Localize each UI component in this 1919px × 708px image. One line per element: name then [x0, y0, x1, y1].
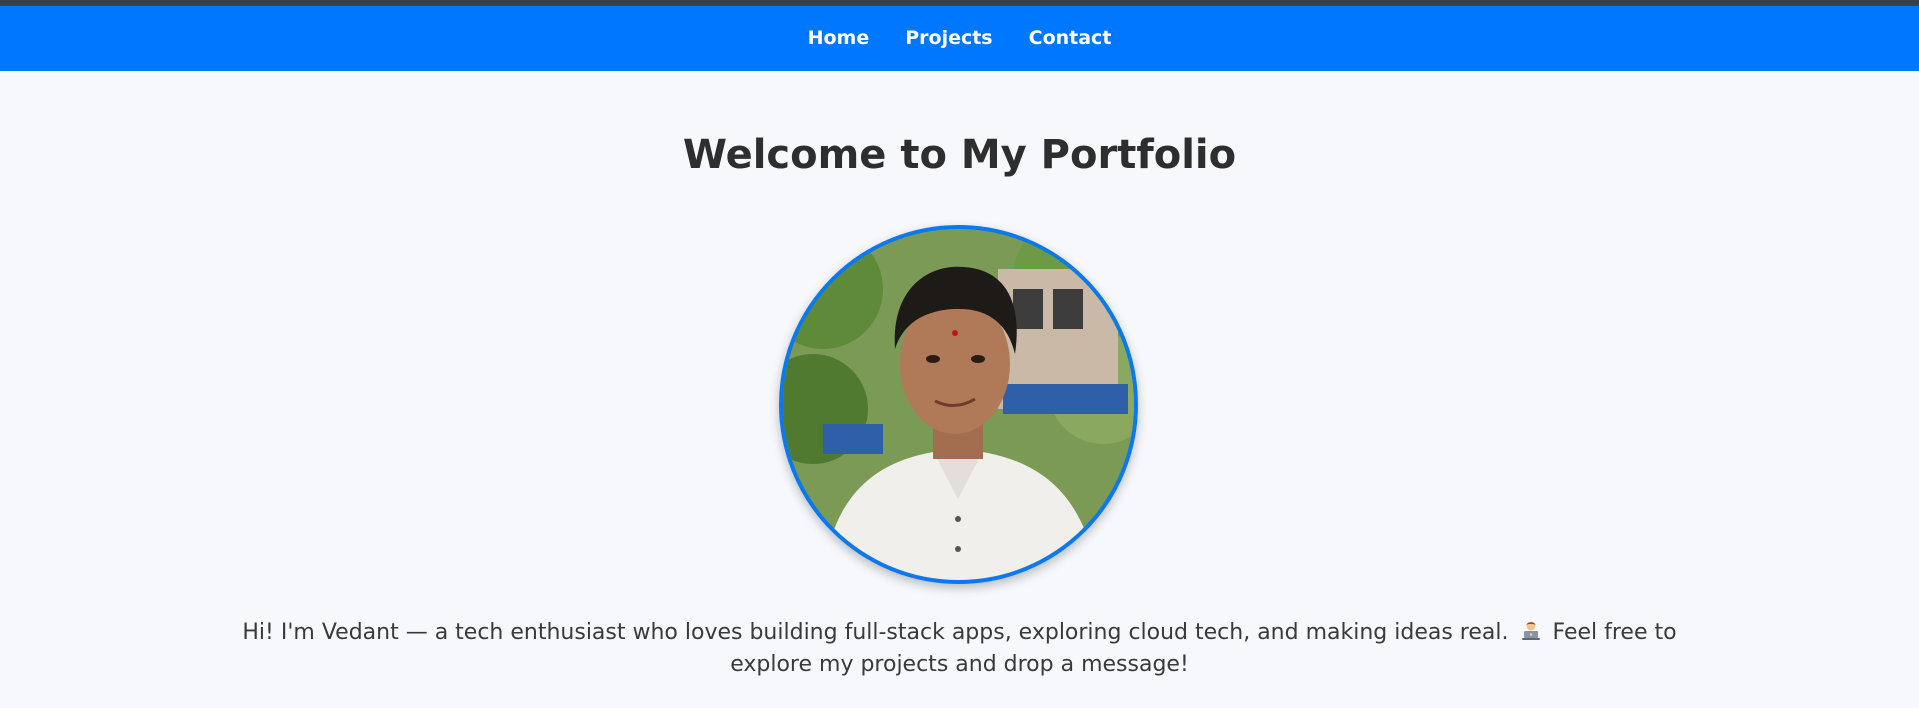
intro-text: Hi! I'm Vedant — a tech enthusiast who l…: [200, 617, 1719, 681]
navbar: Home Projects Contact: [0, 6, 1919, 71]
technologist-emoji-icon: [1520, 620, 1542, 642]
nav-projects-link[interactable]: Projects: [887, 6, 1010, 71]
intro-text-part-1: Hi! I'm Vedant — a tech enthusiast who l…: [242, 620, 1509, 645]
page-title: Welcome to My Portfolio: [682, 132, 1237, 178]
nav-home-link[interactable]: Home: [790, 6, 888, 71]
profile-photo: [779, 225, 1138, 584]
nav-contact-link[interactable]: Contact: [1011, 6, 1130, 71]
